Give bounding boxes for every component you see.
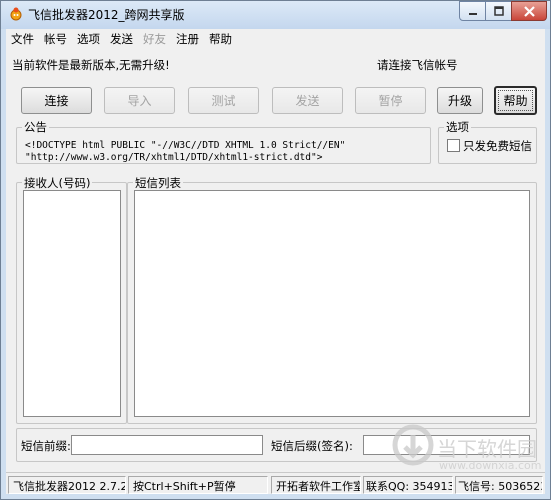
test-button: 测试 (188, 87, 259, 114)
maximize-icon (493, 6, 504, 16)
statusbar-fetion: 飞信号: 503652360 (455, 476, 543, 494)
pause-button: 暂停 (355, 87, 426, 114)
statusbar-studio: 开拓者软件工作室 (271, 476, 361, 494)
minimize-icon (468, 13, 477, 15)
prefix-input[interactable] (71, 435, 263, 455)
statusbar-hotkey: 按Ctrl+Shift+P暂停 (128, 476, 268, 494)
menu-account[interactable]: 帐号 (39, 31, 72, 47)
help-button[interactable]: 帮助 (494, 86, 537, 115)
free-sms-checkbox[interactable] (447, 139, 460, 152)
app-icon (10, 7, 22, 21)
menu-help[interactable]: 帮助 (204, 31, 237, 47)
suffix-input[interactable] (363, 435, 530, 455)
menu-send[interactable]: 发送 (105, 31, 138, 47)
notice-text: <!DOCTYPE html PUBLIC "-//W3C//DTD XHTML… (25, 140, 415, 164)
send-button: 发送 (272, 87, 343, 114)
upgrade-button[interactable]: 升级 (437, 87, 483, 114)
close-icon (523, 5, 535, 17)
statusbar-qq: 联系QQ: 35491331 (363, 476, 453, 494)
notice-line-2: "http://www.w3.org/TR/xhtml1/DTD/xhtml1-… (25, 152, 323, 163)
menu-friends: 好友 (143, 31, 166, 46)
client-area: 当前软件是最新版本,无需升级! 请连接飞信帐号 连接 导入 测试 发送 暂停 升… (6, 48, 545, 494)
minimize-button[interactable] (459, 1, 486, 21)
title-bar[interactable]: 飞信批发器2012_跨网共享版 (1, 1, 550, 29)
close-button[interactable] (511, 1, 547, 21)
window-title: 飞信批发器2012_跨网共享版 (28, 8, 185, 22)
recipients-listbox[interactable] (23, 190, 121, 417)
menu-register[interactable]: 注册 (171, 31, 204, 47)
connect-button[interactable]: 连接 (21, 87, 92, 114)
menu-bar: 文件 帐号 选项 发送 好友 注册 帮助 (6, 29, 545, 48)
prefix-label: 短信前缀: (21, 439, 71, 453)
menu-options[interactable]: 选项 (72, 31, 105, 47)
login-status-text: 请连接飞信帐号 (377, 58, 458, 72)
sms-list-label: 短信列表 (133, 175, 183, 191)
menu-file[interactable]: 文件 (6, 31, 39, 47)
notice-label: 公告 (22, 119, 49, 135)
version-status-text: 当前软件是最新版本,无需升级! (12, 58, 170, 72)
import-button: 导入 (104, 87, 175, 114)
suffix-label: 短信后缀(签名): (271, 439, 353, 453)
app-window: 飞信批发器2012_跨网共享版 文件 帐号 选项 发送 好友 注册 帮助 当前软… (0, 0, 551, 500)
options-label: 选项 (444, 119, 471, 135)
free-sms-label[interactable]: 只发免费短信 (463, 138, 532, 154)
recipients-label: 接收人(号码) (22, 175, 93, 191)
statusbar-version: 飞信批发器2012 2.7.2 (8, 476, 126, 494)
maximize-button[interactable] (485, 1, 512, 21)
status-bar: 飞信批发器2012 2.7.2 按Ctrl+Shift+P暂停 开拓者软件工作室… (6, 472, 545, 494)
notice-line-1: <!DOCTYPE html PUBLIC "-//W3C//DTD XHTML… (25, 140, 346, 151)
sms-listbox[interactable] (134, 190, 530, 417)
